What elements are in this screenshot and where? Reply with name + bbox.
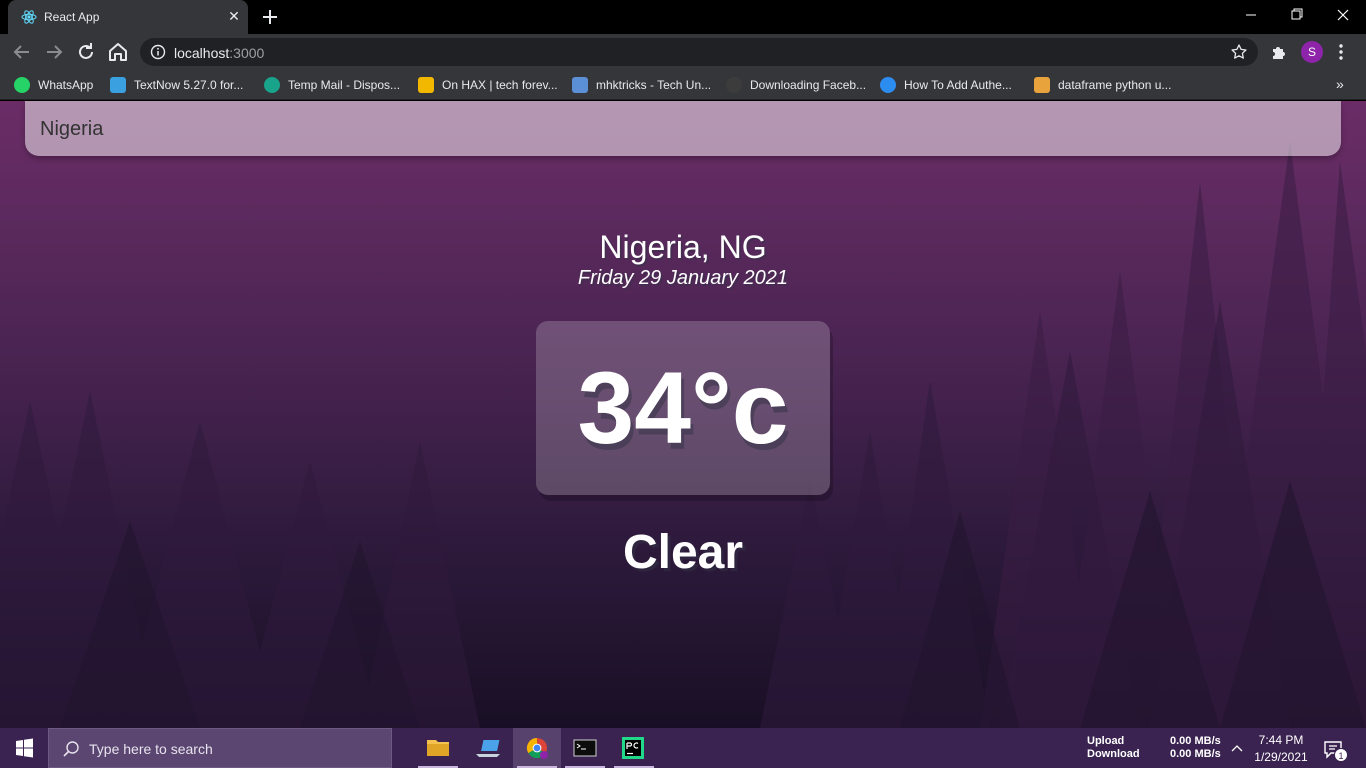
chrome-icon bbox=[526, 737, 548, 759]
taskbar-clock[interactable]: 7:44 PM 1/29/2021 bbox=[1250, 732, 1312, 766]
address-bar[interactable]: localhost:3000 bbox=[140, 38, 1258, 66]
url-port: :3000 bbox=[229, 45, 265, 61]
bookmark-label: Downloading Faceb... bbox=[750, 78, 867, 92]
upload-speed: 0.00 MB/s bbox=[1170, 735, 1221, 747]
location-title: Nigeria, NG bbox=[599, 229, 767, 265]
taskbar-search-box[interactable]: Type here to search bbox=[48, 728, 392, 768]
terminal-icon bbox=[573, 739, 597, 757]
tab-title: React App bbox=[44, 10, 100, 24]
browser-titlebar: React App ✕ bbox=[0, 0, 1366, 34]
back-arrow-icon[interactable] bbox=[10, 40, 34, 64]
taskbar-search-placeholder: Type here to search bbox=[89, 741, 213, 757]
browser-toolbar: localhost:3000 S bbox=[0, 34, 1366, 70]
url-host: localhost bbox=[174, 45, 230, 61]
extensions-puzzle-icon[interactable] bbox=[1270, 43, 1288, 61]
bookmark-label: WhatsApp bbox=[38, 78, 94, 92]
textnow-icon bbox=[110, 77, 126, 93]
bookmark-label: Temp Mail - Dispos... bbox=[288, 78, 401, 92]
bookmark-mhktricks[interactable]: mhktricks - Tech Un... bbox=[572, 76, 714, 94]
clock-time: 7:44 PM bbox=[1258, 733, 1304, 747]
temperature-display: 34°c bbox=[536, 321, 830, 495]
date-text: Friday 29 January 2021 bbox=[577, 267, 789, 289]
taskbar-app-file-explorer[interactable] bbox=[414, 728, 462, 768]
bookmark-label: On HAX | tech forev... bbox=[442, 78, 558, 92]
chevron-up-icon[interactable] bbox=[1229, 740, 1245, 756]
whatsapp-icon bbox=[14, 77, 30, 93]
home-icon[interactable] bbox=[106, 40, 130, 64]
net-speed-values: 0.00 MB/s 0.00 MB/s bbox=[1170, 735, 1221, 761]
taskbar-app-pycharm[interactable] bbox=[610, 728, 658, 768]
page-icon bbox=[726, 77, 742, 93]
bookmarks-overflow-icon[interactable]: » bbox=[1336, 76, 1344, 92]
onhax-icon bbox=[418, 77, 434, 93]
search-input[interactable] bbox=[25, 101, 1341, 156]
weather-app-page: Nigeria, NG Friday 29 January 2021 34°c … bbox=[0, 101, 1366, 728]
tab-react-app[interactable]: React App ✕ bbox=[8, 0, 248, 34]
forward-arrow-icon[interactable] bbox=[42, 40, 66, 64]
taskbar-app-terminal[interactable] bbox=[561, 728, 609, 768]
bookmark-label: How To Add Authe... bbox=[904, 78, 1012, 92]
auth0-icon bbox=[880, 77, 896, 93]
upload-label: Upload bbox=[1087, 735, 1125, 747]
minimize-icon[interactable] bbox=[1228, 0, 1274, 30]
bookmark-dataframe[interactable]: dataframe python u... bbox=[1034, 76, 1180, 94]
download-speed: 0.00 MB/s bbox=[1170, 748, 1221, 760]
info-icon[interactable] bbox=[150, 44, 166, 60]
notification-count-badge: 1 bbox=[1334, 748, 1348, 762]
mhktricks-icon bbox=[572, 77, 588, 93]
bookmark-downloading-facebook[interactable]: Downloading Faceb... bbox=[726, 76, 868, 94]
bookmark-onhax[interactable]: On HAX | tech forev... bbox=[418, 76, 560, 94]
kebab-menu-icon[interactable] bbox=[1336, 42, 1346, 62]
net-speed-labels: Upload Download bbox=[1087, 735, 1140, 761]
clock-date: 1/29/2021 bbox=[1254, 750, 1308, 764]
windows-taskbar: Type here to search Upload Download 0.00… bbox=[0, 728, 1366, 768]
bookmark-whatsapp[interactable]: WhatsApp bbox=[14, 76, 98, 94]
taskbar-app-chrome[interactable] bbox=[513, 728, 561, 768]
window-close-icon[interactable] bbox=[1320, 0, 1366, 30]
taskbar-app-this-pc[interactable] bbox=[464, 728, 512, 768]
bookmark-label: mhktricks - Tech Un... bbox=[596, 78, 712, 92]
bookmark-star-icon[interactable] bbox=[1230, 43, 1248, 61]
reload-icon[interactable] bbox=[74, 40, 98, 64]
folder-icon bbox=[427, 740, 449, 756]
bookmark-textnow[interactable]: TextNow 5.27.0 for... bbox=[110, 76, 250, 94]
bookmark-label: dataframe python u... bbox=[1058, 78, 1172, 92]
tab-close-icon[interactable]: ✕ bbox=[226, 8, 242, 24]
tempmail-icon bbox=[264, 77, 280, 93]
profile-avatar[interactable]: S bbox=[1301, 41, 1323, 63]
new-tab-icon[interactable] bbox=[260, 7, 280, 27]
pycharm-icon bbox=[622, 737, 644, 759]
windows-start-icon[interactable] bbox=[0, 728, 48, 768]
bookmark-label: TextNow 5.27.0 for... bbox=[134, 78, 244, 92]
download-label: Download bbox=[1087, 748, 1140, 760]
bookmarks-bar: WhatsApp TextNow 5.27.0 for... Temp Mail… bbox=[0, 70, 1366, 100]
bookmark-auth[interactable]: How To Add Authe... bbox=[880, 76, 1020, 94]
url-text: localhost:3000 bbox=[174, 45, 264, 61]
search-icon bbox=[63, 741, 79, 757]
dataframe-icon bbox=[1034, 77, 1050, 93]
react-icon bbox=[21, 10, 37, 24]
laptop-icon bbox=[476, 740, 500, 757]
bookmark-tempmail[interactable]: Temp Mail - Dispos... bbox=[264, 76, 408, 94]
weather-condition: Clear bbox=[622, 526, 744, 579]
restore-icon[interactable] bbox=[1274, 0, 1320, 30]
